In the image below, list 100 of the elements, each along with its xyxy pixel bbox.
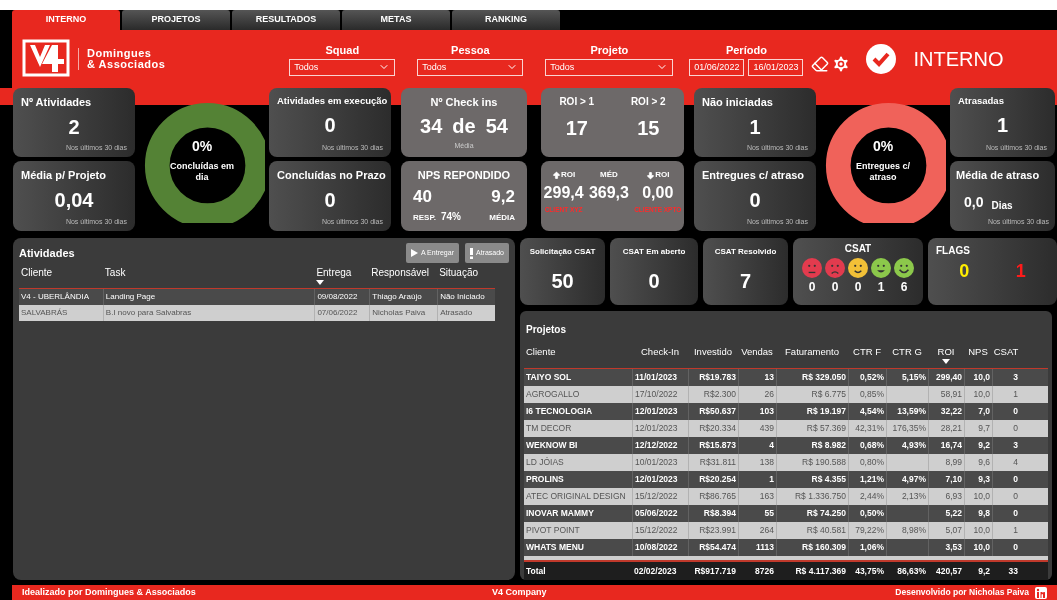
table-cell: R$19.783	[699, 371, 736, 384]
table-cell: R$23.991	[699, 524, 736, 537]
table-cell: 10,0	[973, 524, 990, 537]
face-count: 1	[877, 279, 885, 296]
page-tab[interactable]: METAS	[342, 10, 450, 30]
table-cell: 16,74	[940, 439, 962, 452]
table-cell: 9,2	[978, 439, 990, 452]
column-header: Entrega	[316, 266, 353, 280]
table-cell: R$ 74.250	[806, 507, 846, 520]
filter-dropdown[interactable]: Todos	[289, 58, 396, 76]
table-cell: 0,50%	[859, 507, 884, 520]
total-cell: Total	[526, 564, 546, 578]
column-header: Responsável	[371, 266, 431, 280]
total-cell: 86,63%	[897, 564, 926, 578]
date-field[interactable]: 01/06/2022	[689, 58, 745, 76]
table-cell: 0,52%	[859, 371, 884, 384]
card-unit: Dias	[991, 198, 1013, 213]
page-tab[interactable]: RESULTADOS	[232, 10, 340, 30]
card-value: 1	[749, 114, 761, 140]
card-label: MÉDIA	[489, 212, 515, 224]
table-cell: SALVABRÁS	[21, 307, 68, 319]
page-tab[interactable]: INTERNO	[12, 10, 120, 30]
exclamation-icon	[469, 247, 473, 259]
card-value: 50	[551, 269, 574, 294]
table-cell: 1	[1013, 388, 1018, 401]
table-cell: 4	[769, 439, 774, 452]
table-cell: 138	[759, 456, 774, 469]
table-cell: 12/01/2023	[635, 405, 678, 418]
column-header: CTR F	[853, 345, 881, 359]
table-cell: 5,22	[945, 507, 962, 520]
page-tab[interactable]: PROJETOS	[122, 10, 230, 30]
table-cell: 17/10/2022	[635, 388, 678, 401]
table-cell: 8,99	[945, 456, 962, 469]
company-name: Domingues	[87, 48, 152, 59]
card-value: 0	[648, 269, 660, 294]
table-cell: 0,80%	[859, 456, 884, 469]
table-cell: AGROGALLO	[526, 388, 580, 401]
page-tab[interactable]: RANKING	[452, 10, 560, 30]
card-title: CSAT Resolvido	[714, 246, 777, 258]
total-cell: 43,75%	[855, 564, 884, 578]
table-cell: 0	[1013, 405, 1018, 418]
flag-count: 1	[1015, 260, 1026, 283]
card-label: RESP.	[413, 212, 436, 224]
table-cell: 1,06%	[859, 541, 884, 554]
filter-dropdown[interactable]: Todos	[545, 58, 674, 76]
total-cell: 420,57	[936, 564, 962, 578]
table-cell: 9,6	[978, 456, 990, 469]
table-cell: R$20.334	[699, 422, 736, 435]
table-cell: 4,93%	[901, 439, 926, 452]
card-title: CSAT	[844, 242, 872, 256]
check-badge-icon	[865, 43, 898, 75]
panel-title: Projetos	[526, 324, 566, 335]
face-icon	[894, 258, 914, 278]
table-cell: 6,93	[945, 490, 962, 503]
sort-arrow-icon[interactable]	[942, 359, 950, 365]
card-value: 54	[485, 113, 508, 139]
card-title: ROI > 2	[630, 95, 666, 109]
table-cell: 5,07	[945, 524, 962, 537]
table-cell: 9,7	[978, 422, 990, 435]
card-title: NPS REPONDIDO	[417, 168, 511, 183]
card-value: 17	[565, 116, 588, 141]
sort-arrow-icon[interactable]	[316, 280, 325, 285]
table-cell: R$15.873	[699, 439, 736, 452]
eraser-icon[interactable]	[811, 55, 830, 73]
table-cell: B.I novo para Salvabras	[105, 307, 192, 319]
column-header: ROI	[937, 345, 955, 359]
table-cell: R$50.637	[699, 405, 736, 418]
column-header: Cliente	[526, 345, 556, 359]
table-cell: 4	[1013, 456, 1018, 469]
table-cell: 42,31%	[855, 422, 884, 435]
card-value: 34	[420, 113, 443, 139]
column-header: Cliente	[21, 266, 54, 280]
total-cell: R$ 4.117.369	[795, 564, 846, 578]
card-title: CSAT Em aberto	[622, 246, 686, 258]
column-header: Investido	[694, 345, 732, 359]
filter-dropdown[interactable]: Todos	[417, 58, 524, 76]
table-cell: 32,22	[940, 405, 962, 418]
column-header: CSAT	[993, 345, 1019, 359]
percent-value: 0%	[191, 136, 213, 156]
card-title: Solicitação CSAT	[529, 246, 596, 258]
table-cell: 15/12/2022	[635, 490, 678, 503]
table-cell: 12/01/2023	[635, 473, 678, 486]
table-cell: Não Iniciado	[440, 291, 485, 303]
filter-label: Pessoa	[451, 43, 490, 59]
table-cell: 4,54%	[859, 405, 884, 418]
card-label: ROI	[561, 169, 576, 181]
table-cell: WEKNOW BI	[526, 439, 578, 452]
table-cell: PIVOT POINT	[526, 524, 580, 537]
table-cell: 05/06/2022	[635, 507, 678, 520]
total-cell: 02/02/2023	[634, 564, 677, 578]
table-cell: 09/08/2022	[317, 291, 358, 303]
card-value: 0	[324, 113, 336, 139]
table-cell: 10,0	[973, 388, 990, 401]
table-cell: 12/01/2023	[635, 422, 678, 435]
date-field[interactable]: 16/01/2023	[748, 58, 804, 76]
table-cell: 10,0	[973, 490, 990, 503]
total-cell: 8726	[755, 564, 774, 578]
column-header: Situação	[439, 266, 480, 280]
card-title: Média de atraso	[956, 168, 1041, 183]
table-cell: 103	[759, 405, 774, 418]
